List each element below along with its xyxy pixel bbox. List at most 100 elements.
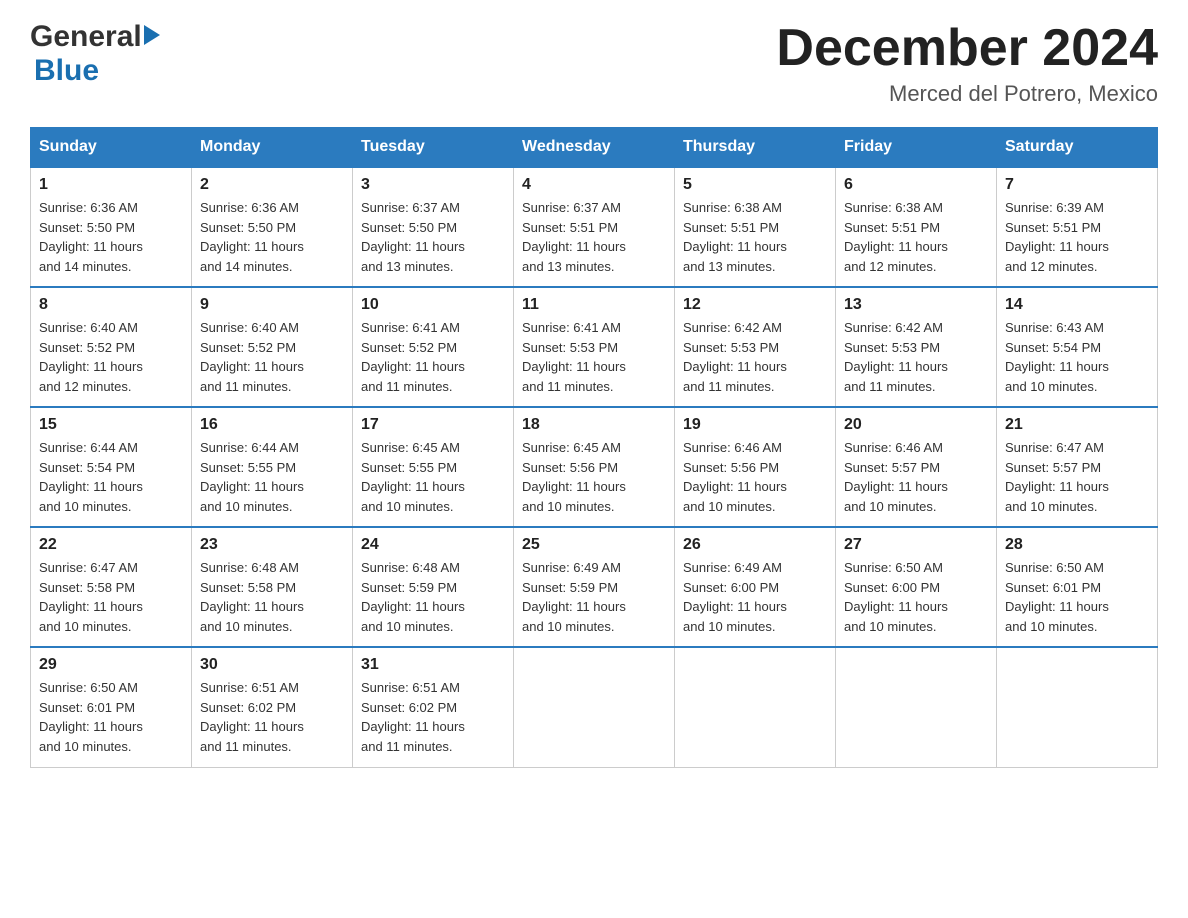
table-row — [836, 647, 997, 767]
day-number: 1 — [39, 176, 183, 194]
table-row: 22 Sunrise: 6:47 AMSunset: 5:58 PMDayligh… — [31, 527, 192, 647]
table-row: 21 Sunrise: 6:47 AMSunset: 5:57 PMDayligh… — [997, 407, 1158, 527]
table-row: 24 Sunrise: 6:48 AMSunset: 5:59 PMDayligh… — [353, 527, 514, 647]
calendar-header-row: Sunday Monday Tuesday Wednesday Thursday… — [31, 128, 1158, 168]
day-number: 13 — [844, 296, 988, 314]
table-row: 10Sunrise: 6:41 AMSunset: 5:52 PMDayligh… — [353, 287, 514, 407]
day-info: Sunrise: 6:44 AMSunset: 5:55 PMDaylight:… — [200, 438, 344, 516]
calendar-week-row: 8 Sunrise: 6:40 AMSunset: 5:52 PMDaylight… — [31, 287, 1158, 407]
table-row — [514, 647, 675, 767]
day-number: 14 — [1005, 296, 1149, 314]
table-row: 29Sunrise: 6:50 AMSunset: 6:01 PMDayligh… — [31, 647, 192, 767]
day-number: 31 — [361, 656, 505, 674]
day-info: Sunrise: 6:37 AMSunset: 5:51 PMDaylight:… — [522, 198, 666, 276]
table-row: 16 Sunrise: 6:44 AMSunset: 5:55 PMDayligh… — [192, 407, 353, 527]
day-number: 27 — [844, 536, 988, 554]
day-number: 3 — [361, 176, 505, 194]
day-number: 20 — [844, 416, 988, 434]
location-title: Merced del Potrero, Mexico — [776, 81, 1158, 107]
day-info: Sunrise: 6:46 AMSunset: 5:56 PMDaylight:… — [683, 438, 827, 516]
day-info: Sunrise: 6:48 AMSunset: 5:59 PMDaylight:… — [361, 558, 505, 636]
day-number: 6 — [844, 176, 988, 194]
day-info: Sunrise: 6:45 AMSunset: 5:55 PMDaylight:… — [361, 438, 505, 516]
table-row: 3 Sunrise: 6:37 AMSunset: 5:50 PMDaylight… — [353, 167, 514, 287]
table-row: 5 Sunrise: 6:38 AMSunset: 5:51 PMDaylight… — [675, 167, 836, 287]
header-tuesday: Tuesday — [353, 128, 514, 168]
table-row: 12 Sunrise: 6:42 AMSunset: 5:53 PMDayligh… — [675, 287, 836, 407]
table-row: 26 Sunrise: 6:49 AMSunset: 6:00 PMDayligh… — [675, 527, 836, 647]
table-row: 18 Sunrise: 6:45 AMSunset: 5:56 PMDayligh… — [514, 407, 675, 527]
table-row — [997, 647, 1158, 767]
day-number: 7 — [1005, 176, 1149, 194]
table-row: 27 Sunrise: 6:50 AMSunset: 6:00 PMDayligh… — [836, 527, 997, 647]
day-info: Sunrise: 6:36 AMSunset: 5:50 PMDaylight:… — [39, 198, 183, 276]
day-info: Sunrise: 6:46 AMSunset: 5:57 PMDaylight:… — [844, 438, 988, 516]
table-row: 20 Sunrise: 6:46 AMSunset: 5:57 PMDayligh… — [836, 407, 997, 527]
day-info: Sunrise: 6:41 AMSunset: 5:52 PMDaylight:… — [361, 318, 505, 396]
calendar-table: Sunday Monday Tuesday Wednesday Thursday… — [30, 127, 1158, 768]
day-number: 26 — [683, 536, 827, 554]
table-row: 8 Sunrise: 6:40 AMSunset: 5:52 PMDaylight… — [31, 287, 192, 407]
table-row: 31 Sunrise: 6:51 AMSunset: 6:02 PMDayligh… — [353, 647, 514, 767]
day-number: 5 — [683, 176, 827, 194]
day-number: 24 — [361, 536, 505, 554]
day-number: 30 — [200, 656, 344, 674]
table-row: 23Sunrise: 6:48 AMSunset: 5:58 PMDayligh… — [192, 527, 353, 647]
day-info: Sunrise: 6:47 AMSunset: 5:58 PMDaylight:… — [39, 558, 183, 636]
day-number: 9 — [200, 296, 344, 314]
day-number: 19 — [683, 416, 827, 434]
table-row — [675, 647, 836, 767]
day-info: Sunrise: 6:42 AMSunset: 5:53 PMDaylight:… — [844, 318, 988, 396]
day-number: 4 — [522, 176, 666, 194]
day-number: 18 — [522, 416, 666, 434]
table-row: 28Sunrise: 6:50 AMSunset: 6:01 PMDayligh… — [997, 527, 1158, 647]
logo-blue-text: Blue — [34, 54, 99, 88]
day-info: Sunrise: 6:49 AMSunset: 6:00 PMDaylight:… — [683, 558, 827, 636]
header-thursday: Thursday — [675, 128, 836, 168]
day-info: Sunrise: 6:45 AMSunset: 5:56 PMDaylight:… — [522, 438, 666, 516]
day-info: Sunrise: 6:40 AMSunset: 5:52 PMDaylight:… — [200, 318, 344, 396]
header-monday: Monday — [192, 128, 353, 168]
day-info: Sunrise: 6:43 AMSunset: 5:54 PMDaylight:… — [1005, 318, 1149, 396]
day-number: 17 — [361, 416, 505, 434]
day-info: Sunrise: 6:50 AMSunset: 6:00 PMDaylight:… — [844, 558, 988, 636]
day-number: 23 — [200, 536, 344, 554]
month-title: December 2024 — [776, 20, 1158, 77]
table-row: 15Sunrise: 6:44 AMSunset: 5:54 PMDayligh… — [31, 407, 192, 527]
day-info: Sunrise: 6:42 AMSunset: 5:53 PMDaylight:… — [683, 318, 827, 396]
day-number: 28 — [1005, 536, 1149, 554]
day-number: 21 — [1005, 416, 1149, 434]
calendar-week-row: 22 Sunrise: 6:47 AMSunset: 5:58 PMDayligh… — [31, 527, 1158, 647]
table-row: 4 Sunrise: 6:37 AMSunset: 5:51 PMDaylight… — [514, 167, 675, 287]
day-number: 16 — [200, 416, 344, 434]
day-info: Sunrise: 6:47 AMSunset: 5:57 PMDaylight:… — [1005, 438, 1149, 516]
title-block: December 2024 Merced del Potrero, Mexico — [776, 20, 1158, 107]
day-number: 2 — [200, 176, 344, 194]
logo-arrow-icon — [144, 25, 160, 45]
day-info: Sunrise: 6:51 AMSunset: 6:02 PMDaylight:… — [361, 678, 505, 756]
header-sunday: Sunday — [31, 128, 192, 168]
logo-general-text: General — [30, 20, 142, 54]
table-row: 25 Sunrise: 6:49 AMSunset: 5:59 PMDayligh… — [514, 527, 675, 647]
day-info: Sunrise: 6:37 AMSunset: 5:50 PMDaylight:… — [361, 198, 505, 276]
day-number: 11 — [522, 296, 666, 314]
day-info: Sunrise: 6:38 AMSunset: 5:51 PMDaylight:… — [683, 198, 827, 276]
header-friday: Friday — [836, 128, 997, 168]
table-row: 2Sunrise: 6:36 AMSunset: 5:50 PMDaylight… — [192, 167, 353, 287]
table-row: 17 Sunrise: 6:45 AMSunset: 5:55 PMDayligh… — [353, 407, 514, 527]
day-info: Sunrise: 6:40 AMSunset: 5:52 PMDaylight:… — [39, 318, 183, 396]
day-number: 8 — [39, 296, 183, 314]
table-row: 30 Sunrise: 6:51 AMSunset: 6:02 PMDayligh… — [192, 647, 353, 767]
day-info: Sunrise: 6:51 AMSunset: 6:02 PMDaylight:… — [200, 678, 344, 756]
table-row: 1 Sunrise: 6:36 AMSunset: 5:50 PMDaylight… — [31, 167, 192, 287]
day-info: Sunrise: 6:50 AMSunset: 6:01 PMDaylight:… — [39, 678, 183, 756]
day-number: 12 — [683, 296, 827, 314]
day-number: 25 — [522, 536, 666, 554]
calendar-week-row: 15Sunrise: 6:44 AMSunset: 5:54 PMDayligh… — [31, 407, 1158, 527]
day-number: 22 — [39, 536, 183, 554]
calendar-week-row: 1 Sunrise: 6:36 AMSunset: 5:50 PMDaylight… — [31, 167, 1158, 287]
day-info: Sunrise: 6:49 AMSunset: 5:59 PMDaylight:… — [522, 558, 666, 636]
day-info: Sunrise: 6:39 AMSunset: 5:51 PMDaylight:… — [1005, 198, 1149, 276]
day-info: Sunrise: 6:44 AMSunset: 5:54 PMDaylight:… — [39, 438, 183, 516]
table-row: 14 Sunrise: 6:43 AMSunset: 5:54 PMDayligh… — [997, 287, 1158, 407]
